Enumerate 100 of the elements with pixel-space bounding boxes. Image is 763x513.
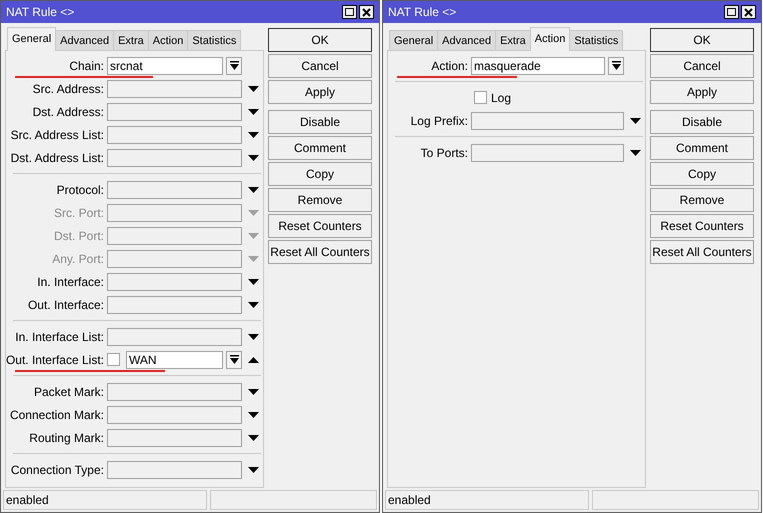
field-label: Out. Interface List:: [6, 352, 104, 368]
dropdown-field[interactable]: [471, 112, 624, 130]
field-label: Protocol:: [56, 182, 104, 198]
maximize-button[interactable]: [342, 5, 357, 19]
dialog-button[interactable]: Copy: [268, 162, 372, 186]
tab[interactable]: General: [7, 27, 56, 51]
dropdown-arrow-icon[interactable]: [248, 388, 259, 394]
dropdown-field[interactable]: [107, 226, 242, 244]
maximize-button[interactable]: [724, 5, 739, 19]
dropdown-arrow-icon[interactable]: [630, 118, 641, 124]
dialog-button[interactable]: Comment: [650, 136, 754, 160]
dialog-button[interactable]: Cancel: [650, 54, 754, 78]
field-label: Log Prefix:: [410, 112, 468, 130]
dropdown-field[interactable]: [107, 180, 242, 198]
dialog-button[interactable]: Apply: [650, 80, 754, 104]
field-label: Out. Interface:: [28, 296, 104, 314]
field-label: Src. Address List:: [10, 126, 104, 144]
dropdown-field[interactable]: [107, 382, 242, 400]
dropdown-arrow-icon[interactable]: [248, 154, 259, 160]
window-title: NAT Rule <>: [388, 4, 456, 21]
dropdown-field[interactable]: [107, 204, 242, 222]
dialog-button[interactable]: Comment: [268, 136, 372, 160]
field-label: Connection Type:: [10, 462, 104, 478]
combo-field[interactable]: masquerade: [471, 56, 605, 74]
dropdown-arrow-icon[interactable]: [248, 302, 259, 308]
field-label: Src. Address:: [32, 80, 104, 98]
dialog-button[interactable]: Cancel: [268, 54, 372, 78]
dropdown-field[interactable]: [471, 144, 624, 162]
field-label: Action:: [431, 58, 468, 74]
dropdown-arrow-icon[interactable]: [248, 86, 259, 92]
dialog-button[interactable]: Reset Counters: [268, 214, 372, 238]
dialog-button[interactable]: Apply: [268, 80, 372, 104]
tab[interactable]: General: [389, 30, 438, 51]
field-label: Dst. Address List:: [10, 150, 104, 166]
dropdown-field[interactable]: [107, 406, 242, 424]
field-label: Packet Mark:: [34, 384, 104, 400]
dropdown-arrow-icon[interactable]: [248, 132, 259, 138]
field-label: In. Interface List:: [15, 328, 104, 346]
dropdown-button[interactable]: [226, 56, 242, 74]
field-label: Dst. Address:: [32, 104, 104, 120]
tab[interactable]: Action: [530, 27, 570, 51]
tab[interactable]: Advanced: [55, 30, 114, 51]
dropdown-arrow-icon[interactable]: [248, 412, 259, 418]
dropdown-arrow-icon[interactable]: [630, 150, 641, 156]
close-button[interactable]: [741, 5, 756, 19]
tab[interactable]: Statistics: [569, 30, 624, 51]
dropdown-field[interactable]: [107, 272, 242, 290]
field-label: To Ports:: [420, 144, 468, 162]
dropdown-button[interactable]: [226, 350, 242, 368]
dropdown-field[interactable]: [107, 428, 242, 446]
field-label: Connection Mark:: [10, 406, 104, 424]
dropdown-arrow-icon[interactable]: [248, 278, 259, 284]
dialog-button[interactable]: Reset All Counters: [268, 240, 372, 264]
negate-checkbox[interactable]: [107, 353, 120, 366]
status-cell: enabled: [385, 490, 589, 510]
collapse-arrow-icon[interactable]: [248, 356, 259, 362]
tab[interactable]: Action: [148, 30, 188, 51]
dropdown-field[interactable]: [107, 296, 242, 314]
combo-field[interactable]: srcnat: [107, 56, 223, 74]
dropdown-arrow-icon[interactable]: [248, 334, 259, 340]
dialog-button[interactable]: Disable: [268, 110, 372, 134]
log-checkbox[interactable]: [474, 91, 487, 104]
tab[interactable]: Extra: [113, 30, 149, 51]
close-button[interactable]: [359, 5, 374, 19]
dialog-button[interactable]: Copy: [650, 162, 754, 186]
down-arrow-icon: [612, 61, 620, 70]
field-label: Routing Mark:: [29, 430, 104, 446]
dialog-button[interactable]: Reset Counters: [650, 214, 754, 238]
dialog-button[interactable]: Remove: [268, 188, 372, 212]
dropdown-field[interactable]: [107, 250, 242, 268]
dropdown-arrow-icon[interactable]: [248, 434, 259, 440]
dialog-button[interactable]: OK: [268, 28, 372, 52]
down-arrow-icon: [230, 61, 238, 70]
dropdown-arrow-icon[interactable]: [248, 108, 259, 114]
dropdown-field[interactable]: [107, 328, 242, 346]
dropdown-field[interactable]: [107, 102, 242, 120]
dropdown-field[interactable]: [107, 460, 242, 478]
window-title: NAT Rule <>: [6, 4, 74, 21]
field-label: Any. Port:: [52, 250, 104, 268]
dialog-button[interactable]: Disable: [650, 110, 754, 134]
checkbox-label: Log: [491, 90, 512, 106]
dropdown-field[interactable]: [107, 80, 242, 98]
field-label: In. Interface:: [37, 274, 104, 290]
down-arrow-icon: [230, 355, 238, 364]
dialog-button[interactable]: Reset All Counters: [650, 240, 754, 264]
dialog-button[interactable]: Remove: [650, 188, 754, 212]
field-label: Chain:: [69, 58, 104, 74]
tab[interactable]: Advanced: [437, 30, 496, 51]
dropdown-field[interactable]: [107, 148, 242, 166]
dropdown-field[interactable]: [107, 126, 242, 144]
dropdown-arrow-icon[interactable]: [248, 466, 259, 472]
dropdown-arrow-icon[interactable]: [248, 186, 259, 192]
status-cell: enabled: [3, 490, 207, 510]
tab[interactable]: Extra: [495, 30, 531, 51]
combo-field[interactable]: WAN: [126, 350, 223, 368]
field-label: Dst. Port:: [54, 228, 104, 244]
dialog-button[interactable]: OK: [650, 28, 754, 52]
field-label: Src. Port:: [54, 204, 104, 222]
tab[interactable]: Statistics: [187, 30, 242, 51]
dropdown-button[interactable]: [608, 56, 624, 74]
